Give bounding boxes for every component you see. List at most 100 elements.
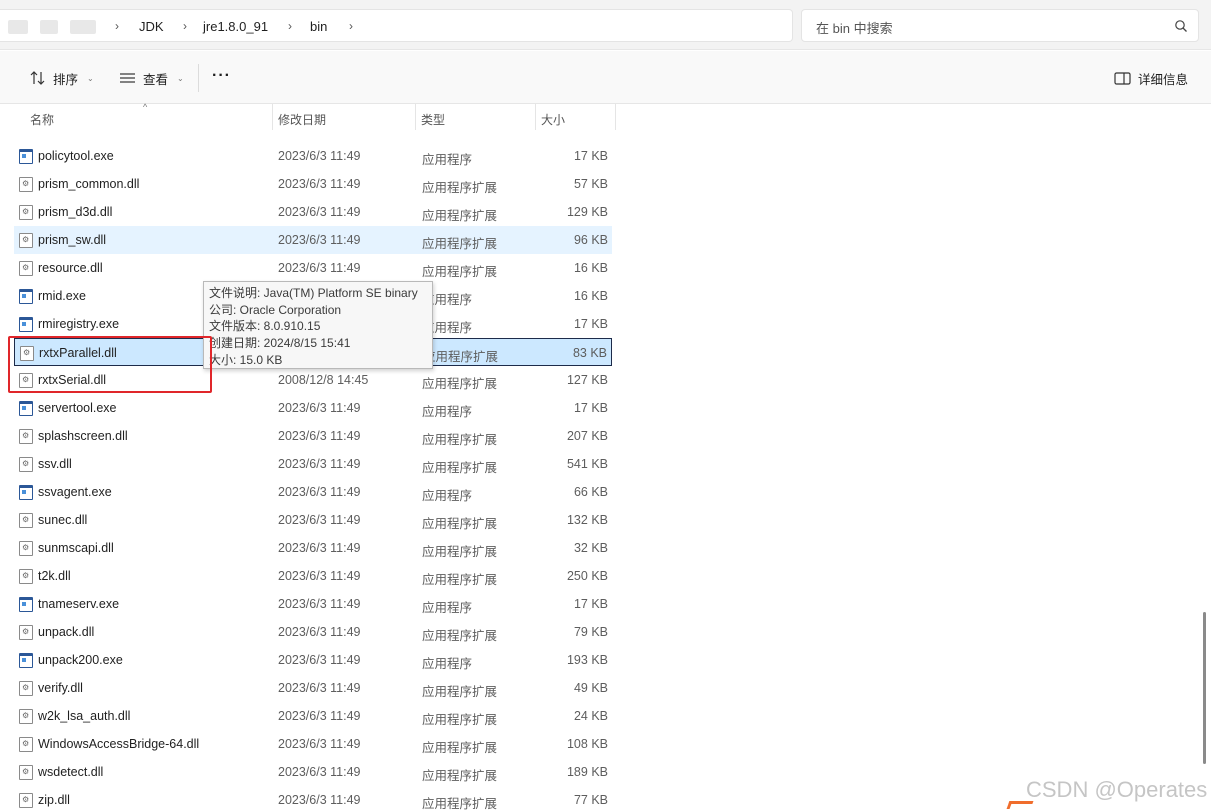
file-type: 应用程序扩展 <box>422 685 498 699</box>
file-type: 应用程序扩展 <box>422 713 498 727</box>
search-box[interactable]: 在 bin 中搜索 <box>801 9 1199 42</box>
exe-file-icon <box>19 289 33 304</box>
column-header-name[interactable]: 名称 <box>30 111 54 128</box>
file-name: servertool.exe <box>38 401 117 415</box>
tooltip-line: 大小: 15.0 KB <box>209 352 283 367</box>
dll-file-icon <box>19 709 33 724</box>
column-header-type[interactable]: 类型 <box>421 111 445 128</box>
file-type: 应用程序扩展 <box>422 237 498 251</box>
file-date: 2023/6/3 11:49 <box>278 261 361 275</box>
file-date: 2023/6/3 11:49 <box>278 149 361 163</box>
file-row[interactable]: t2k.dll 2023/6/3 11:49 应用程序扩展 250 KB <box>14 562 612 590</box>
file-size: 17 KB <box>573 597 608 611</box>
tooltip-line: 文件说明: Java(TM) Platform SE binary <box>209 286 418 300</box>
file-info-tooltip: 文件说明: Java(TM) Platform SE binary 公司: Or… <box>203 281 433 369</box>
column-divider[interactable] <box>272 104 273 130</box>
file-row[interactable]: ssvagent.exe 2023/6/3 11:49 应用程序 66 KB <box>14 478 612 506</box>
dll-file-icon <box>19 457 33 472</box>
exe-file-icon <box>19 401 33 416</box>
sort-label: 排序 <box>53 72 79 87</box>
file-size: 129 KB <box>566 205 608 219</box>
view-label: 查看 <box>143 72 169 87</box>
file-type: 应用程序 <box>422 153 473 167</box>
file-date: 2023/6/3 11:49 <box>278 597 361 611</box>
chevron-right-icon[interactable]: › <box>288 19 292 33</box>
dll-file-icon <box>19 625 33 640</box>
file-row[interactable]: prism_common.dll 2023/6/3 11:49 应用程序扩展 57 K… <box>14 170 612 198</box>
address-bar[interactable]: › JDK › jre1.8.0_91 › bin › <box>0 9 793 42</box>
search-icon[interactable] <box>1174 19 1188 33</box>
breadcrumb-item[interactable]: JDK <box>139 19 164 34</box>
file-size: 189 KB <box>566 765 608 779</box>
command-bar: 排序 ⌄ 查看 ⌄ ··· 详细信息 <box>0 51 1211 104</box>
file-row[interactable]: prism_sw.dll 2023/6/3 11:49 应用程序扩展 96 KB <box>14 226 612 254</box>
file-name: verify.dll <box>38 681 83 695</box>
file-row[interactable]: policytool.exe 2023/6/3 11:49 应用程序 17 KB <box>14 142 612 170</box>
chevron-right-icon[interactable]: › <box>183 19 187 33</box>
chevron-right-icon[interactable]: › <box>349 19 353 33</box>
dll-file-icon <box>19 793 33 808</box>
scrollbar-thumb[interactable] <box>1203 612 1206 764</box>
file-type: 应用程序扩展 <box>422 433 498 447</box>
file-type: 应用程序扩展 <box>422 573 498 587</box>
file-date: 2023/6/3 11:49 <box>278 233 361 247</box>
file-name: zip.dll <box>38 793 70 807</box>
file-row[interactable]: unpack200.exe 2023/6/3 11:49 应用程序 193 KB <box>14 646 612 674</box>
column-divider[interactable] <box>415 104 416 130</box>
chevron-down-icon: ⌄ <box>177 73 184 83</box>
dll-file-icon <box>19 737 33 752</box>
file-size: 49 KB <box>573 681 608 695</box>
file-name: w2k_lsa_auth.dll <box>38 709 131 723</box>
column-divider[interactable] <box>615 104 616 130</box>
breadcrumb-item[interactable]: bin <box>310 19 327 34</box>
file-name: tnameserv.exe <box>38 597 120 611</box>
file-date: 2023/6/3 11:49 <box>278 681 361 695</box>
file-row[interactable]: resource.dll 2023/6/3 11:49 应用程序扩展 16 KB <box>14 254 612 282</box>
file-date: 2023/6/3 11:49 <box>278 457 361 471</box>
dll-file-icon <box>19 177 33 192</box>
file-size: 32 KB <box>573 541 608 555</box>
file-row[interactable]: sunmscapi.dll 2023/6/3 11:49 应用程序扩展 32 KB <box>14 534 612 562</box>
blurred-crumb <box>70 20 96 34</box>
file-row[interactable]: zip.dll 2023/6/3 11:49 应用程序扩展 77 KB <box>14 786 612 811</box>
file-size: 83 KB <box>572 346 607 360</box>
file-size: 193 KB <box>566 653 608 667</box>
details-pane-button[interactable]: 详细信息 <box>1114 67 1188 89</box>
file-type: 应用程序扩展 <box>422 209 498 223</box>
file-type: 应用程序扩展 <box>422 517 498 531</box>
file-row[interactable]: unpack.dll 2023/6/3 11:49 应用程序扩展 79 KB <box>14 618 612 646</box>
file-type: 应用程序 <box>422 601 473 615</box>
more-options-button[interactable]: ··· <box>212 67 231 85</box>
file-type: 应用程序扩展 <box>422 769 498 783</box>
chevron-right-icon: › <box>115 19 119 33</box>
file-name: unpack.dll <box>38 625 95 639</box>
file-row[interactable]: tnameserv.exe 2023/6/3 11:49 应用程序 17 KB <box>14 590 612 618</box>
column-divider[interactable] <box>535 104 536 130</box>
file-name: rmid.exe <box>38 289 86 303</box>
dll-file-icon <box>19 569 33 584</box>
file-size: 17 KB <box>573 149 608 163</box>
search-placeholder: 在 bin 中搜索 <box>816 21 893 36</box>
file-row[interactable]: verify.dll 2023/6/3 11:49 应用程序扩展 49 KB <box>14 674 612 702</box>
column-header-date[interactable]: 修改日期 <box>278 111 326 128</box>
file-size: 24 KB <box>573 709 608 723</box>
view-icon <box>120 73 135 83</box>
file-row[interactable]: sunec.dll 2023/6/3 11:49 应用程序扩展 132 KB <box>14 506 612 534</box>
file-row[interactable]: wsdetect.dll 2023/6/3 11:49 应用程序扩展 189 KB <box>14 758 612 786</box>
sort-button[interactable]: 排序 ⌄ <box>30 67 94 89</box>
file-row[interactable]: ssv.dll 2023/6/3 11:49 应用程序扩展 541 KB <box>14 450 612 478</box>
file-date: 2023/6/3 11:49 <box>278 793 361 807</box>
column-header-size[interactable]: 大小 <box>541 111 565 128</box>
file-row[interactable]: splashscreen.dll 2023/6/3 11:49 应用程序扩展 207 … <box>14 422 612 450</box>
file-row[interactable]: servertool.exe 2023/6/3 11:49 应用程序 17 KB <box>14 394 612 422</box>
file-type: 应用程序扩展 <box>422 377 498 391</box>
file-row[interactable]: WindowsAccessBridge-64.dll 2023/6/3 11:49… <box>14 730 612 758</box>
file-row[interactable]: prism_d3d.dll 2023/6/3 11:49 应用程序扩展 129 KB <box>14 198 612 226</box>
view-button[interactable]: 查看 ⌄ <box>119 67 184 89</box>
file-name: sunec.dll <box>38 513 88 527</box>
dll-file-icon <box>19 541 33 556</box>
file-row[interactable]: w2k_lsa_auth.dll 2023/6/3 11:49 应用程序扩展 24 K… <box>14 702 612 730</box>
watermark-text: CSDN @Operates <box>1026 777 1208 802</box>
file-date: 2023/6/3 11:49 <box>278 541 361 555</box>
breadcrumb-item[interactable]: jre1.8.0_91 <box>203 19 268 34</box>
